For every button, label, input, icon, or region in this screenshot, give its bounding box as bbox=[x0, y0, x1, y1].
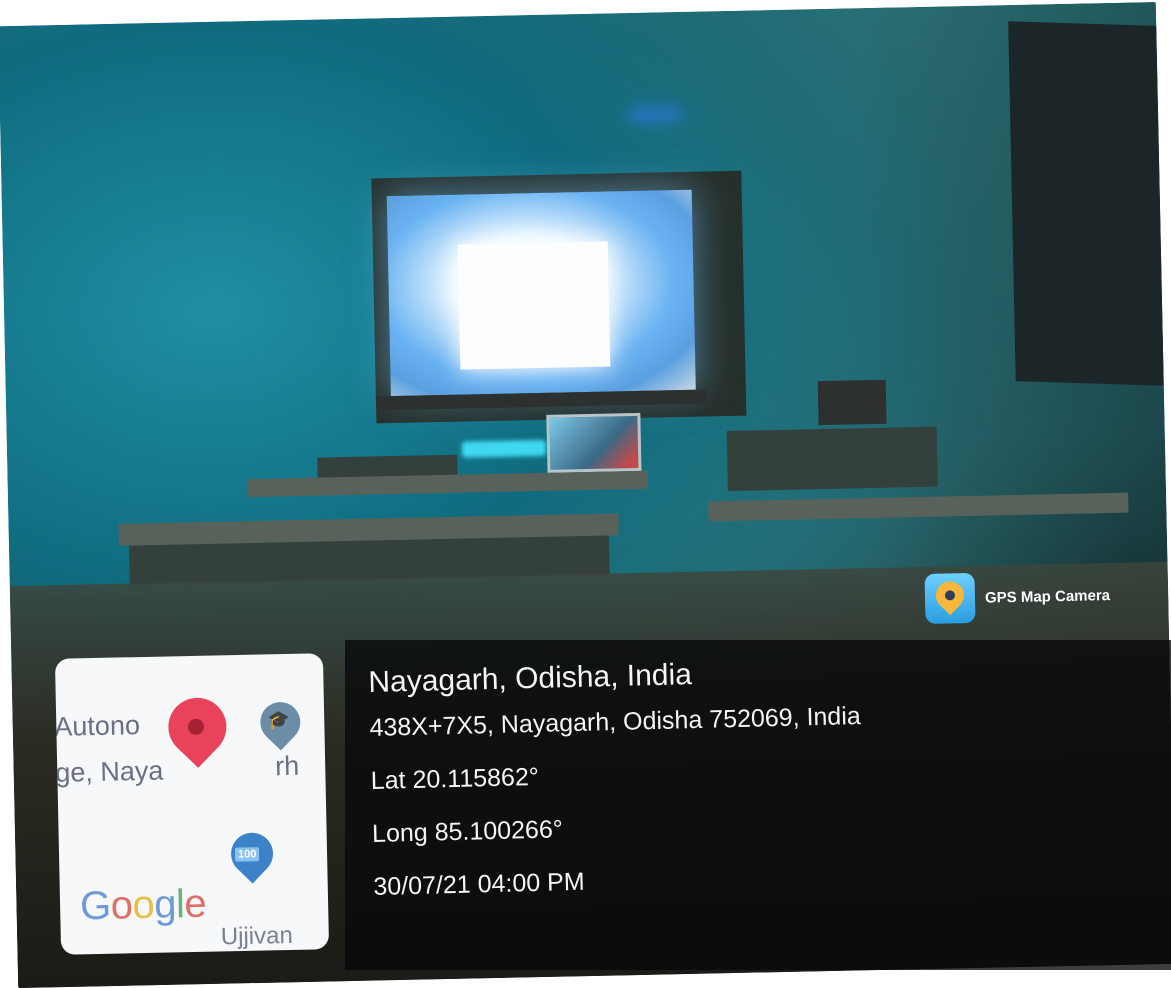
location-address: 438X+7X5, Nayagarh, Odisha 752069, India bbox=[369, 701, 862, 742]
app-label: GPS Map Camera bbox=[984, 586, 1111, 607]
gps-map-camera-badge: GPS Map Camera bbox=[924, 570, 1110, 624]
education-marker-icon: 🎓 bbox=[252, 693, 309, 751]
projector bbox=[461, 439, 547, 458]
teacher-table bbox=[726, 426, 938, 492]
map-thumbnail: Autono s ge, Naya rh 🎓 100 Google Ujjiva… bbox=[54, 653, 330, 955]
map-partial-label: Ujjivan bbox=[220, 921, 294, 951]
bank-marker-text: 100 bbox=[234, 847, 260, 862]
blackboard bbox=[1008, 21, 1164, 386]
laptop bbox=[546, 412, 642, 473]
projected-image bbox=[457, 241, 611, 370]
speaker bbox=[817, 379, 887, 426]
google-logo: Google bbox=[79, 881, 207, 929]
ceiling-light-reflection bbox=[624, 103, 686, 126]
location-info: Nayagarh, Odisha, India 438X+7X5, Nayaga… bbox=[368, 654, 866, 926]
bank-marker-icon: 100 bbox=[222, 824, 282, 884]
latitude: Lat 20.115862° bbox=[370, 762, 540, 795]
map-label-line1: Autono bbox=[54, 710, 141, 742]
date-time: 30/07/21 04:00 PM bbox=[373, 867, 585, 901]
desk-top bbox=[247, 470, 648, 498]
map-label-line2: ge, Naya bbox=[55, 755, 164, 788]
map-label-line2-tail: rh bbox=[274, 750, 300, 782]
longitude: Long 85.100266° bbox=[371, 815, 564, 848]
location-pin-icon bbox=[156, 685, 239, 768]
gps-map-camera-icon bbox=[924, 572, 976, 624]
